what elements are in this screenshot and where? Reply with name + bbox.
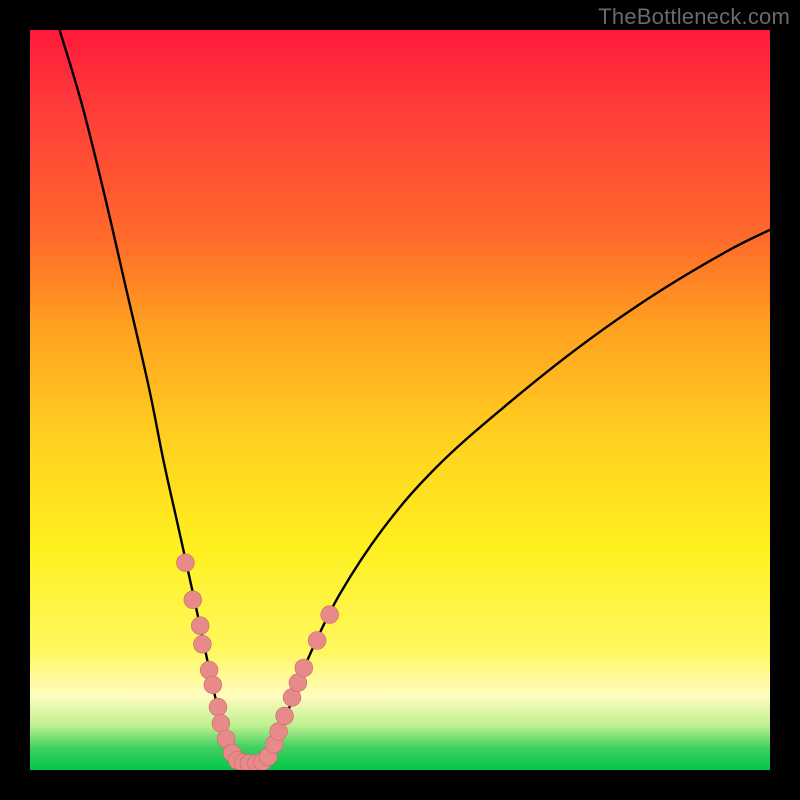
curve-marker [212, 715, 230, 733]
chart-frame: TheBottleneck.com [0, 0, 800, 800]
curve-marker [204, 676, 222, 694]
watermark-text: TheBottleneck.com [598, 4, 790, 30]
curve-marker [209, 698, 227, 716]
curve-markers [177, 554, 339, 770]
curve-right-branch [259, 230, 770, 764]
curve-marker [194, 635, 212, 653]
curve-marker [177, 554, 195, 572]
curve-marker [276, 707, 294, 725]
chart-svg [30, 30, 770, 770]
curve-marker [321, 606, 339, 624]
curve-left-branch [60, 30, 245, 764]
curve-marker [184, 591, 202, 609]
plot-area [30, 30, 770, 770]
curve-marker [270, 723, 288, 741]
curve-marker [191, 617, 209, 635]
curve-marker [308, 632, 326, 650]
curve-marker [295, 659, 313, 677]
